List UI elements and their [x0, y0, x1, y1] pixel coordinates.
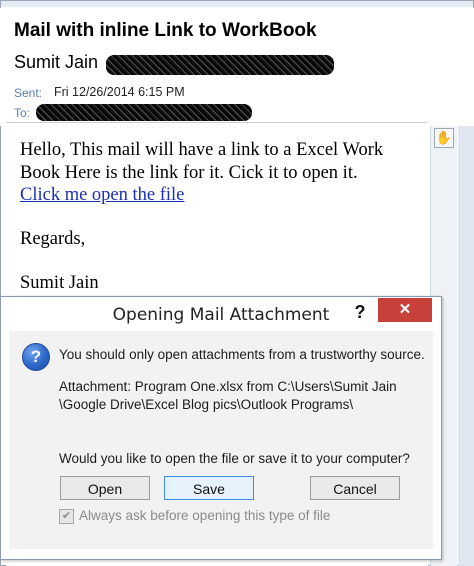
- question-icon: ?: [22, 343, 50, 371]
- open-button[interactable]: Open: [60, 476, 150, 500]
- attachment-path-line-2: \Google Drive\Excel Blog pics\Outlook Pr…: [59, 397, 354, 412]
- help-button[interactable]: ?: [346, 299, 374, 325]
- close-button[interactable]: ✕: [378, 298, 432, 322]
- always-ask-checkbox[interactable]: ✔: [59, 509, 74, 524]
- sent-value: Fri 12/26/2014 6:15 PM: [54, 85, 185, 99]
- dialog-title: Opening Mail Attachment: [112, 305, 330, 325]
- redacted-sender-email: [106, 55, 334, 75]
- signature-text: Sumit Jain: [20, 273, 99, 293]
- sender-name: Sumit Jain: [14, 52, 99, 72]
- redacted-recipient: [36, 104, 252, 121]
- body-line-1: Hello, This mail will have a link to a E…: [20, 140, 384, 160]
- sent-label: Sent:: [14, 86, 43, 100]
- open-or-save-question: Would you like to open the file or save …: [59, 451, 410, 466]
- file-link-wrapper: Click me open the file: [20, 185, 184, 206]
- always-ask-label: Always ask before opening this type of f…: [79, 508, 331, 523]
- window-top-strip: [1, 1, 473, 7]
- save-button[interactable]: Save: [164, 476, 254, 500]
- trust-warning: You should only open attachments from a …: [59, 347, 425, 362]
- open-file-link[interactable]: Click me open the file: [20, 185, 184, 205]
- attachment-path-line-1: Attachment: Program One.xlsx from C:\Use…: [59, 379, 397, 394]
- regards-text: Regards,: [20, 229, 86, 249]
- body-line-2: Book Here is the link for it. Cick it to…: [20, 163, 358, 183]
- mail-header: Mail with inline Link to WorkBook Sumit …: [0, 8, 474, 126]
- attachment-dialog: Opening Mail Attachment ? ✕ ? You should…: [0, 296, 442, 560]
- to-label: To:: [14, 106, 31, 120]
- cancel-button[interactable]: Cancel: [310, 476, 400, 500]
- mail-subject: Mail with inline Link to WorkBook: [14, 20, 317, 41]
- dialog-body: ? You should only open attachments from …: [9, 331, 433, 549]
- header-divider: [6, 122, 428, 123]
- window-right-edge: [458, 126, 474, 566]
- dialog-titlebar: Opening Mail Attachment ? ✕: [1, 297, 441, 331]
- hand-icon[interactable]: ✋: [434, 128, 454, 148]
